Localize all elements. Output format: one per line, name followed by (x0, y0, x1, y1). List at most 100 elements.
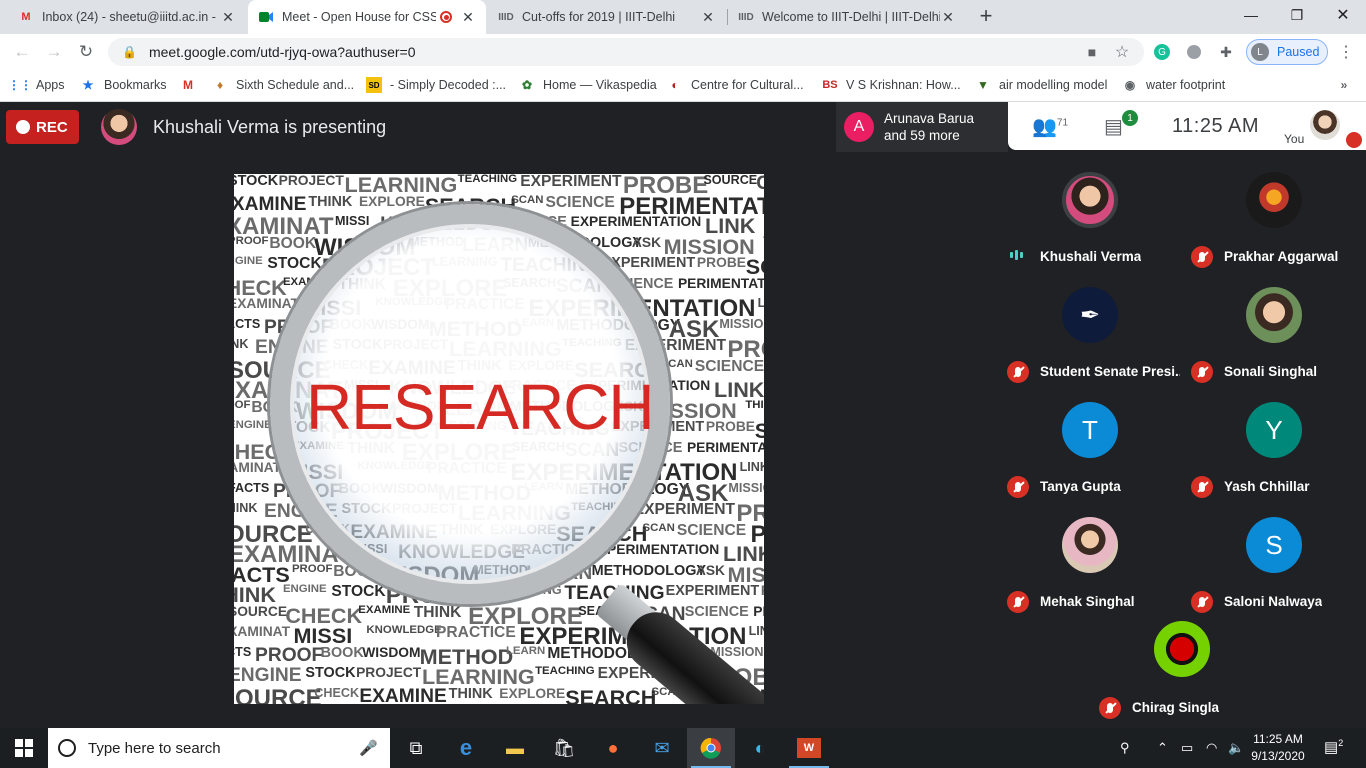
participant-tile[interactable]: S Saloni Nalwaya (1182, 507, 1366, 622)
microphone-icon[interactable]: 🎤 (359, 739, 378, 757)
tab-title: Cut-offs for 2019 | IIIT-Delhi (522, 10, 676, 24)
participant-tile[interactable]: ✒ Student Senate Presi... (998, 277, 1182, 392)
participant-tile[interactable]: T Tanya Gupta (998, 392, 1182, 507)
store-icon[interactable]: 🛍 (540, 728, 588, 768)
chat-button[interactable]: ▤ (1104, 114, 1123, 139)
bookmark-item[interactable]: ◐ Centre for Cultural... (667, 77, 803, 93)
search-icon (58, 739, 76, 757)
firefox-icon[interactable]: ● (589, 728, 637, 768)
participant-avatar (1062, 172, 1118, 228)
vikaspedia-icon: ✿ (521, 78, 533, 92)
people-button[interactable]: 👥71 (1032, 114, 1068, 139)
word-cloud-word: BOOK (269, 234, 317, 252)
word-cloud-word: METHODOLOGY (591, 562, 706, 579)
word-cloud-word: MISSION (663, 233, 755, 259)
close-icon[interactable]: ✕ (700, 9, 716, 26)
wifi-icon[interactable]: ◠ (1206, 740, 1217, 756)
recording-badge[interactable]: REC (6, 110, 79, 144)
bookmark-item[interactable]: ★ Bookmarks (80, 77, 167, 93)
word-cloud-word: CHECK (314, 685, 360, 700)
task-view-icon[interactable]: ⧉ (392, 728, 440, 768)
system-clock[interactable]: 11:25 AM 9/13/2020 (1248, 731, 1308, 765)
close-icon[interactable]: ✕ (220, 9, 236, 26)
word-icon[interactable]: W (785, 728, 833, 768)
word-cloud-word: PERIMENTATION (677, 275, 764, 291)
word-cloud-word: ENGINE (234, 255, 263, 267)
word-cloud-word: LINK (757, 296, 764, 310)
more-bookmarks-button[interactable]: » (1336, 77, 1360, 93)
clock-time: 11:25 AM (1253, 732, 1303, 746)
mail-icon[interactable]: ✉ (638, 728, 686, 768)
chevron-up-icon[interactable]: ⌃ (1157, 740, 1168, 756)
word-cloud-word: SEARCH (565, 684, 657, 704)
participant-name: Khushali Verma (1040, 249, 1142, 264)
ccrt-icon: ◐ (671, 78, 679, 92)
word-cloud-word: ENGINE (234, 419, 272, 431)
more-participants-chip[interactable]: A Arunava Barua and 59 more (836, 102, 1008, 152)
new-tab-button[interactable]: + (976, 3, 996, 28)
bookmark-item[interactable]: SD - Simply Decoded :... (366, 77, 506, 93)
window-close-button[interactable]: ✕ (1320, 0, 1366, 30)
close-icon[interactable]: ✕ (460, 9, 476, 26)
start-button[interactable] (0, 728, 48, 768)
tab-meet[interactable]: Meet - Open House for CSSS ✕ (248, 0, 486, 34)
bookmark-item[interactable]: M (180, 77, 204, 93)
bookmark-item[interactable]: ✿ Home — Vikaspedia (519, 77, 657, 93)
word-cloud-word: THINK (745, 398, 764, 411)
profile-button[interactable]: L Paused (1246, 39, 1328, 65)
bookmark-item[interactable]: ♦ Sixth Schedule and... (212, 77, 354, 93)
bookmark-item[interactable]: ⋮⋮ Apps (8, 77, 65, 93)
taskbar-search-box[interactable]: Type here to search 🎤 (48, 728, 390, 768)
word-cloud-word: THINK (234, 582, 276, 607)
volume-icon[interactable]: 🔈 (1228, 740, 1244, 756)
participant-name: Sonali Singhal (1224, 364, 1318, 379)
word-cloud-word: FACTS (234, 316, 261, 331)
minimize-button[interactable]: — (1228, 0, 1274, 30)
back-button[interactable]: ← (10, 40, 34, 64)
participant-tile[interactable]: Mehak Singhal (998, 507, 1182, 622)
participant-tile[interactable]: Prakhar Aggarwal (1182, 162, 1366, 277)
word-cloud-word: EXPERIMENT (520, 174, 622, 190)
bookmark-item[interactable]: ▼ air modelling model (975, 77, 1107, 93)
camera-icon[interactable]: ■ (1082, 42, 1102, 62)
edge-legacy-icon[interactable]: e (442, 728, 490, 768)
edge-icon[interactable]: ◐ (736, 728, 784, 768)
forward-button[interactable]: → (42, 40, 66, 64)
word-cloud-word: THINK (308, 193, 353, 210)
people-tray-icon[interactable]: ⚲ (1120, 740, 1130, 756)
word-cloud-word: THINK (234, 501, 258, 515)
participant-tile[interactable]: Sonali Singhal (1182, 277, 1366, 392)
bookmark-star-icon[interactable]: ☆ (1112, 42, 1132, 62)
word-cloud-word: EXAMINAT (234, 296, 300, 311)
chrome-icon[interactable] (687, 728, 735, 768)
address-bar[interactable]: 🔒 meet.google.com/utd-rjyq-owa?authuser=… (108, 38, 1144, 66)
file-explorer-icon[interactable]: ▬ (491, 728, 539, 768)
notifications-icon[interactable]: ▤2 (1324, 738, 1343, 756)
bs-icon: BS (822, 79, 838, 91)
meet-header-panel: 👥71 ▤ 1 11:25 AM You (1008, 102, 1366, 150)
bookmark-item[interactable]: BS V S Krishnan: How... (822, 77, 960, 93)
tab-welcome[interactable]: IIID Welcome to IIIT-Delhi | IIIT-Delhi … (728, 0, 966, 34)
participant-avatar (1246, 172, 1302, 228)
self-avatar[interactable] (1310, 110, 1340, 140)
participant-tile[interactable]: Khushali Verma (998, 162, 1182, 277)
word-cloud-word: CHECK (756, 174, 764, 194)
close-icon[interactable]: ✕ (940, 9, 956, 26)
restore-button[interactable]: ❐ (1274, 0, 1320, 30)
reload-button[interactable]: ↻ (74, 40, 98, 64)
menu-kebab-icon[interactable]: ⋮ (1336, 42, 1356, 62)
participant-tile[interactable]: Y Yash Chhillar (1182, 392, 1366, 507)
browser-tab-strip: M Inbox (24) - sheetu@iiitd.ac.in - II ✕… (0, 0, 1366, 34)
bookmark-label: Sixth Schedule and... (236, 78, 355, 92)
tab-title: Inbox (24) - sheetu@iiitd.ac.in - II (42, 10, 220, 24)
bookmark-item[interactable]: ◉ water footprint (1122, 77, 1225, 93)
battery-icon[interactable]: ▭ (1181, 740, 1193, 756)
tab-cutoffs[interactable]: IIID Cut-offs for 2019 | IIIT-Delhi ✕ (488, 0, 726, 34)
participant-tile[interactable]: Chirag Singla (1090, 613, 1274, 728)
tab-inbox[interactable]: M Inbox (24) - sheetu@iiitd.ac.in - II ✕ (8, 0, 246, 34)
mic-muted-icon (1007, 476, 1029, 498)
extension-circle-icon[interactable] (1184, 42, 1204, 62)
grammarly-icon[interactable]: G (1152, 42, 1172, 62)
extensions-puzzle-icon[interactable]: ✚ (1216, 42, 1236, 62)
participant-avatar (1154, 621, 1210, 677)
